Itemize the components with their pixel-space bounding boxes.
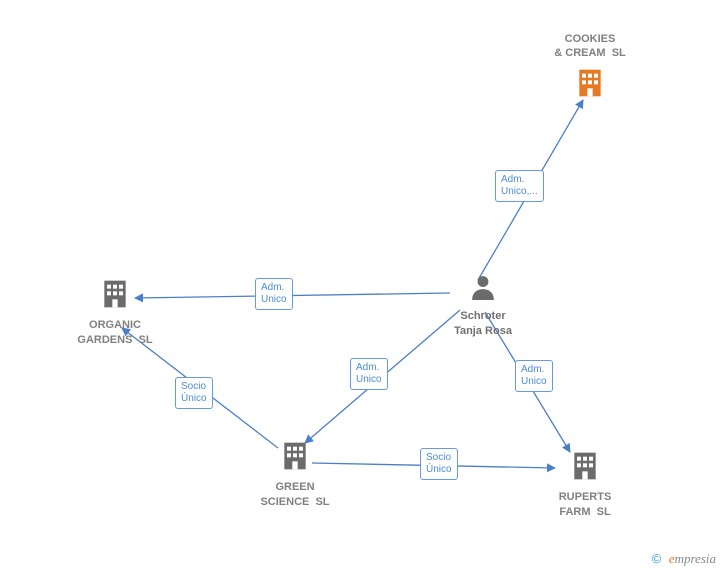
node-label: COOKIES & CREAM SL [540, 32, 640, 61]
edge-label-ruperts: Adm. Unico [515, 360, 553, 392]
edge-label-green-organic: Socio Único [175, 377, 213, 409]
node-label: Schroter Tanja Rosa [438, 309, 528, 338]
watermark: © empresia [652, 551, 716, 567]
copyright-icon: © [652, 551, 662, 566]
node-label: GREEN SCIENCE SL [250, 480, 340, 509]
edge-label-cookies: Adm. Unico,... [495, 170, 544, 202]
node-label: RUPERTS FARM SL [540, 490, 630, 519]
node-label: ORGANIC GARDENS SL [70, 318, 160, 347]
edge-label-organic: Adm. Unico [255, 278, 293, 310]
edge-label-green: Adm. Unico [350, 358, 388, 390]
node-person-schroter[interactable]: Schroter Tanja Rosa [438, 273, 528, 338]
node-cookies-cream[interactable]: COOKIES & CREAM SL [540, 28, 640, 103]
building-icon [99, 278, 131, 310]
edge-label-green-ruperts: Socio Único [420, 448, 458, 480]
person-icon [470, 273, 496, 301]
building-icon [279, 440, 311, 472]
building-icon [569, 450, 601, 482]
brand-name: empresia [669, 551, 716, 566]
node-ruperts-farm[interactable]: RUPERTS FARM SL [540, 450, 630, 519]
building-icon [574, 67, 606, 99]
node-organic-gardens[interactable]: ORGANIC GARDENS SL [70, 278, 160, 347]
node-green-science[interactable]: GREEN SCIENCE SL [250, 440, 340, 509]
